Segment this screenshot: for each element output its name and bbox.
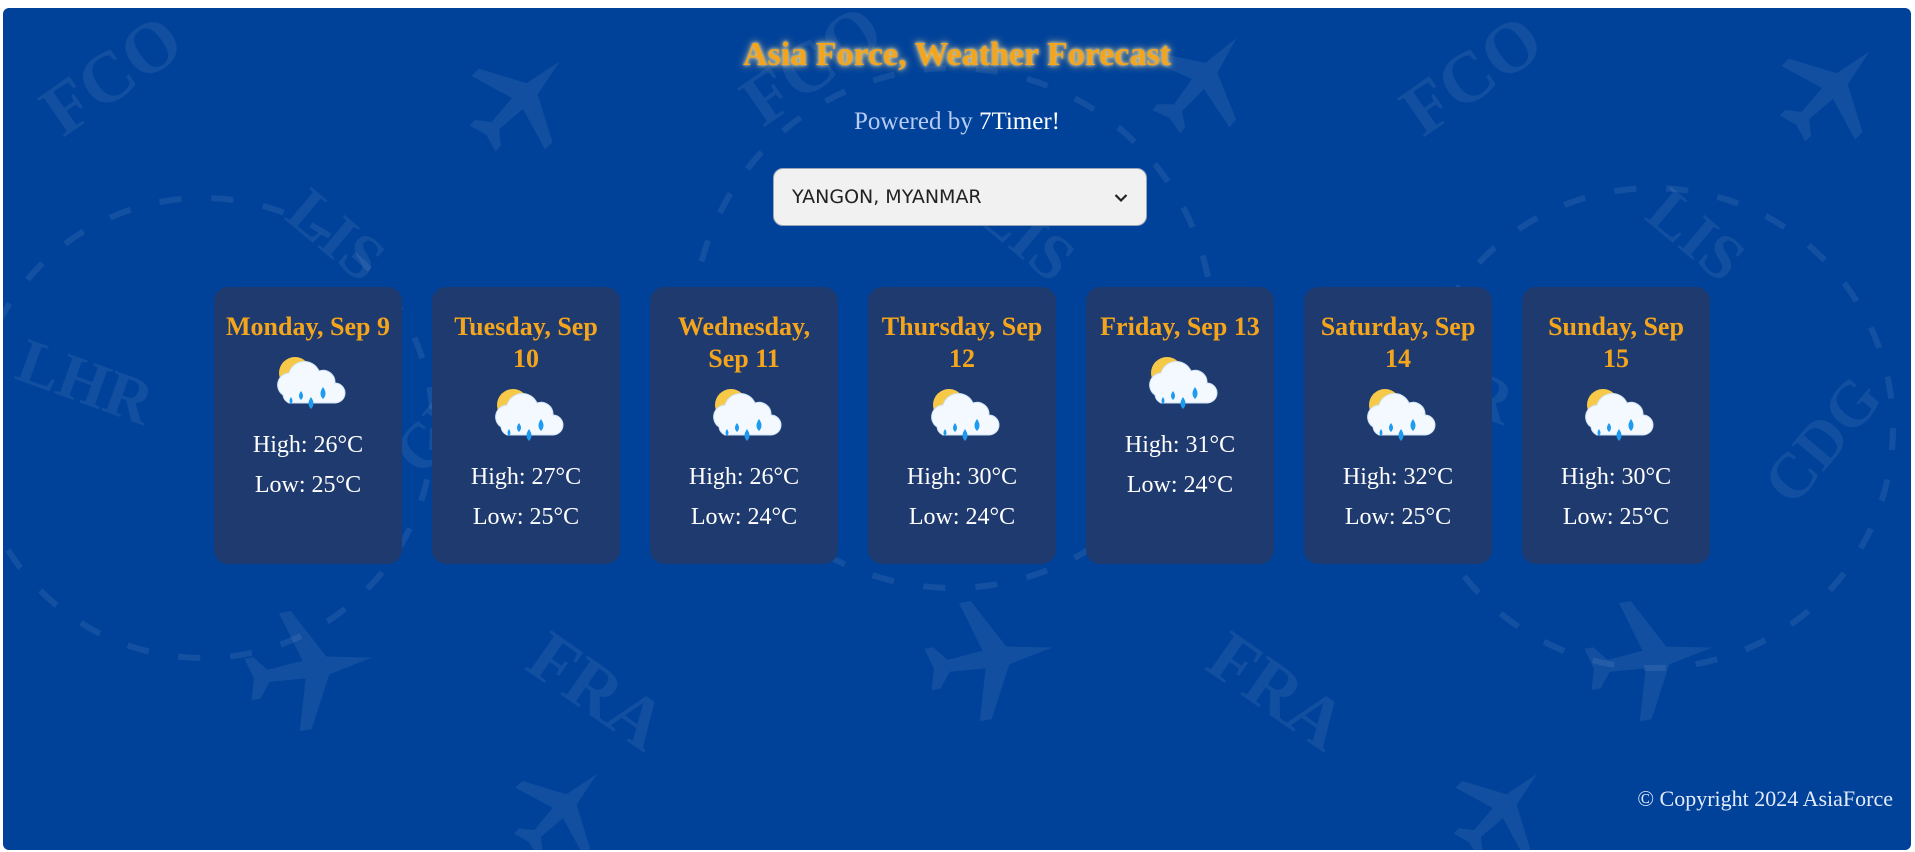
chevron-down-icon <box>1114 188 1128 207</box>
forecast-high: High: 30°C <box>1560 464 1672 490</box>
forecast-card: Thursday, Sep 12 High: 30°C Low: 24°C <box>868 287 1056 564</box>
forecast-high: High: 26°C <box>252 432 364 458</box>
partly-cloudy-rain-icon <box>1149 357 1218 409</box>
forecast-card: Friday, Sep 13 High: 31°C Low: 24°C <box>1086 287 1274 564</box>
city-select[interactable]: YANGON, MYANMAR <box>773 168 1147 226</box>
svg-text:LIS: LIS <box>274 174 399 295</box>
forecast-high: High: 32°C <box>1342 464 1454 490</box>
forecast-low: Low: 25°C <box>254 472 362 498</box>
forecast-day: Friday, Sep 13 <box>1100 312 1260 341</box>
forecast-high: High: 30°C <box>906 464 1018 490</box>
svg-text:FRA: FRA <box>1194 616 1361 766</box>
svg-text:CDG: CDG <box>1749 362 1895 517</box>
partly-cloudy-rain-icon <box>495 389 564 441</box>
partly-cloudy-rain-icon <box>1367 389 1436 441</box>
partly-cloudy-rain-icon <box>931 389 1000 441</box>
forecast-day: Wednesday, Sep 11 <box>677 312 811 373</box>
weather-page: FCO FCO FCO LIS LIS LIS LHR LHR LHR FRA … <box>3 8 1911 850</box>
partly-cloudy-rain-icon <box>713 389 782 441</box>
forecast-day: Monday, Sep 9 <box>226 312 390 341</box>
forecast-high: High: 27°C <box>470 464 582 490</box>
svg-text:LIS: LIS <box>1634 174 1759 295</box>
forecast-low: Low: 25°C <box>1562 504 1670 530</box>
copyright-footer: © Copyright 2024 AsiaForce <box>1637 786 1893 811</box>
forecast-low: Low: 24°C <box>1126 472 1234 498</box>
powered-by-text: Powered by 7Timer! <box>3 108 1911 136</box>
forecast-low: Low: 25°C <box>1344 504 1452 530</box>
forecast-card: Wednesday, Sep 11 High: 26°C Low: 24°C <box>650 287 838 564</box>
forecast-card: Saturday, Sep 14 High: 32°C Low: 25°C <box>1304 287 1492 564</box>
forecast-day: Tuesday, Sep 10 <box>454 312 598 373</box>
forecast-card: Sunday, Sep 15 High: 30°C Low: 25°C <box>1522 287 1710 564</box>
forecast-day: Thursday, Sep 12 <box>881 312 1043 373</box>
forecast-cards: Monday, Sep 9 High: 26°C Low: 25°C Tuesd… <box>214 287 1710 564</box>
forecast-card: Tuesday, Sep 10 High: 27°C Low: 25°C <box>432 287 620 564</box>
page-title: Asia Force, Weather Forecast <box>742 36 1172 73</box>
forecast-low: Low: 25°C <box>472 504 580 530</box>
svg-text:FRA: FRA <box>514 616 681 766</box>
forecast-card: Monday, Sep 9 High: 26°C Low: 25°C <box>214 287 402 564</box>
seventimer-link[interactable]: 7Timer! <box>979 108 1060 135</box>
svg-text:LHR: LHR <box>8 324 163 438</box>
city-select-value: YANGON, MYANMAR <box>792 186 982 208</box>
powered-by-label: Powered by <box>853 108 979 135</box>
forecast-high: High: 31°C <box>1124 432 1236 458</box>
partly-cloudy-rain-icon <box>277 357 346 409</box>
forecast-day: Sunday, Sep 15 <box>1548 312 1684 373</box>
partly-cloudy-rain-icon <box>1585 389 1654 441</box>
forecast-high: High: 26°C <box>688 464 800 490</box>
forecast-low: Low: 24°C <box>690 504 798 530</box>
forecast-day: Saturday, Sep 14 <box>1320 312 1476 373</box>
forecast-low: Low: 24°C <box>908 504 1016 530</box>
